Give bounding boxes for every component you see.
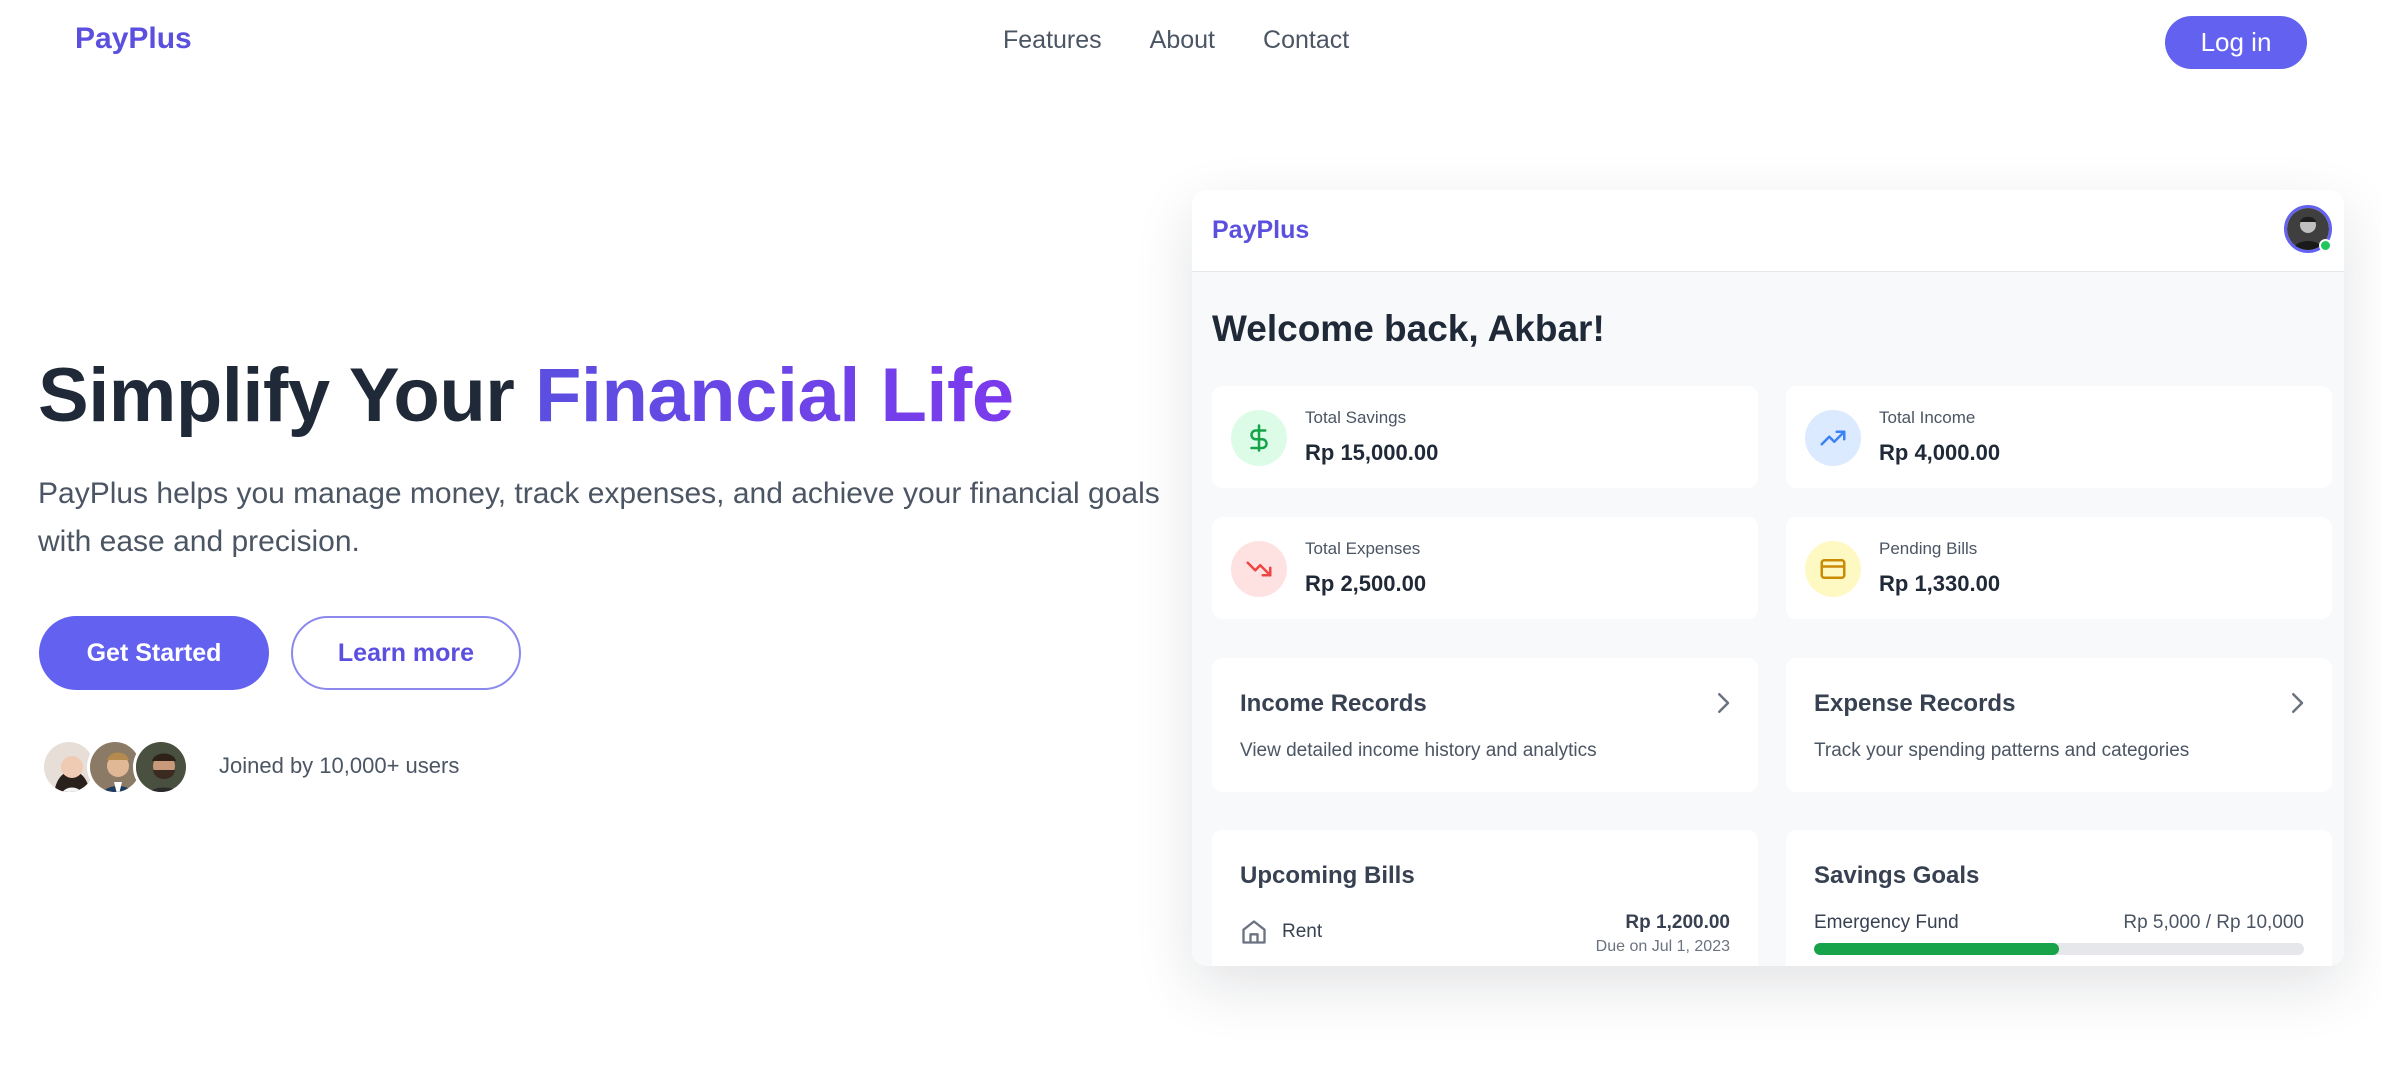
nav-link-features[interactable]: Features <box>1003 26 1102 55</box>
joined-users-text: Joined by 10,000+ users <box>219 753 460 778</box>
hero-title-plain: Simplify Your <box>38 353 535 438</box>
stat-card-pending-bills[interactable]: Pending Bills Rp 1,330.00 <box>1786 517 2332 619</box>
online-status-dot <box>2319 239 2332 252</box>
nav-links: Features About Contact <box>1003 26 1349 55</box>
avatar <box>133 739 189 795</box>
stat-card-total-expenses[interactable]: Total Expenses Rp 2,500.00 <box>1212 517 1758 619</box>
home-icon <box>1242 920 1266 944</box>
login-button[interactable]: Log in <box>2165 16 2307 69</box>
hero-title-accent: Financial Life <box>534 353 1014 438</box>
goal-progress-fill <box>1814 943 2059 955</box>
trending-down-icon <box>1231 541 1287 597</box>
stat-label: Total Income <box>1879 408 1976 427</box>
hero-title: Simplify Your Financial Life <box>38 352 1014 439</box>
dashboard-preview: PayPlus Welcome back, Akbar! Total Savin… <box>1192 190 2344 966</box>
goal-progress-bar <box>1814 943 2304 955</box>
stat-value: Rp 4,000.00 <box>1879 440 2001 465</box>
stat-card-total-savings[interactable]: Total Savings Rp 15,000.00 <box>1212 386 1758 488</box>
hero-subtitle: PayPlus helps you manage money, track ex… <box>38 477 1160 558</box>
panel-title: Savings Goals <box>1814 862 1980 889</box>
card-title: Income Records <box>1240 690 1427 717</box>
stat-card-total-income[interactable]: Total Income Rp 4,000.00 <box>1786 386 2332 488</box>
stat-value: Rp 2,500.00 <box>1305 571 1427 596</box>
user-avatars <box>41 739 189 795</box>
dollar-icon <box>1231 410 1287 466</box>
goal-progress-text: Rp 5,000 / Rp 10,000 <box>2123 912 2304 933</box>
card-description: View detailed income history and analyti… <box>1240 740 1597 761</box>
trending-up-icon <box>1805 410 1861 466</box>
stat-value: Rp 1,330.00 <box>1879 571 2001 596</box>
top-navbar: PayPlus Features About Contact Log in <box>0 0 2381 86</box>
dashboard-header: PayPlus <box>1192 190 2344 272</box>
chevron-right-icon[interactable] <box>2282 688 2312 718</box>
stat-label: Total Savings <box>1305 408 1407 427</box>
bill-amount: Rp 1,200.00 <box>1625 912 1730 933</box>
dashboard-brand[interactable]: PayPlus <box>1212 216 1309 245</box>
brand-logo[interactable]: PayPlus <box>75 22 192 56</box>
card-description: Track your spending patterns and categor… <box>1814 740 2190 761</box>
bill-due-date: Due on Jul 1, 2023 <box>1595 938 1730 955</box>
stat-label: Total Expenses <box>1305 539 1421 558</box>
bill-name: Rent <box>1282 921 1323 942</box>
stat-label: Pending Bills <box>1879 539 1978 558</box>
expense-records-card[interactable]: Expense Records Track your spending patt… <box>1786 658 2332 792</box>
welcome-heading: Welcome back, Akbar! <box>1212 308 1605 349</box>
goal-name: Emergency Fund <box>1814 912 1959 933</box>
upcoming-bills-panel: Upcoming Bills Rent Rp 1,200.00 Due on J… <box>1212 830 1758 966</box>
card-title: Expense Records <box>1814 690 2016 717</box>
panel-title: Upcoming Bills <box>1240 862 1415 889</box>
nav-link-contact[interactable]: Contact <box>1263 26 1349 55</box>
income-records-card[interactable]: Income Records View detailed income hist… <box>1212 658 1758 792</box>
get-started-button[interactable]: Get Started <box>39 616 269 690</box>
savings-goals-panel: Savings Goals Emergency Fund Rp 5,000 / … <box>1786 830 2332 966</box>
chevron-right-icon[interactable] <box>1708 688 1738 718</box>
stat-value: Rp 15,000.00 <box>1305 440 1439 465</box>
nav-link-about[interactable]: About <box>1150 26 1215 55</box>
learn-more-button[interactable]: Learn more <box>291 616 521 690</box>
credit-card-icon <box>1805 541 1861 597</box>
